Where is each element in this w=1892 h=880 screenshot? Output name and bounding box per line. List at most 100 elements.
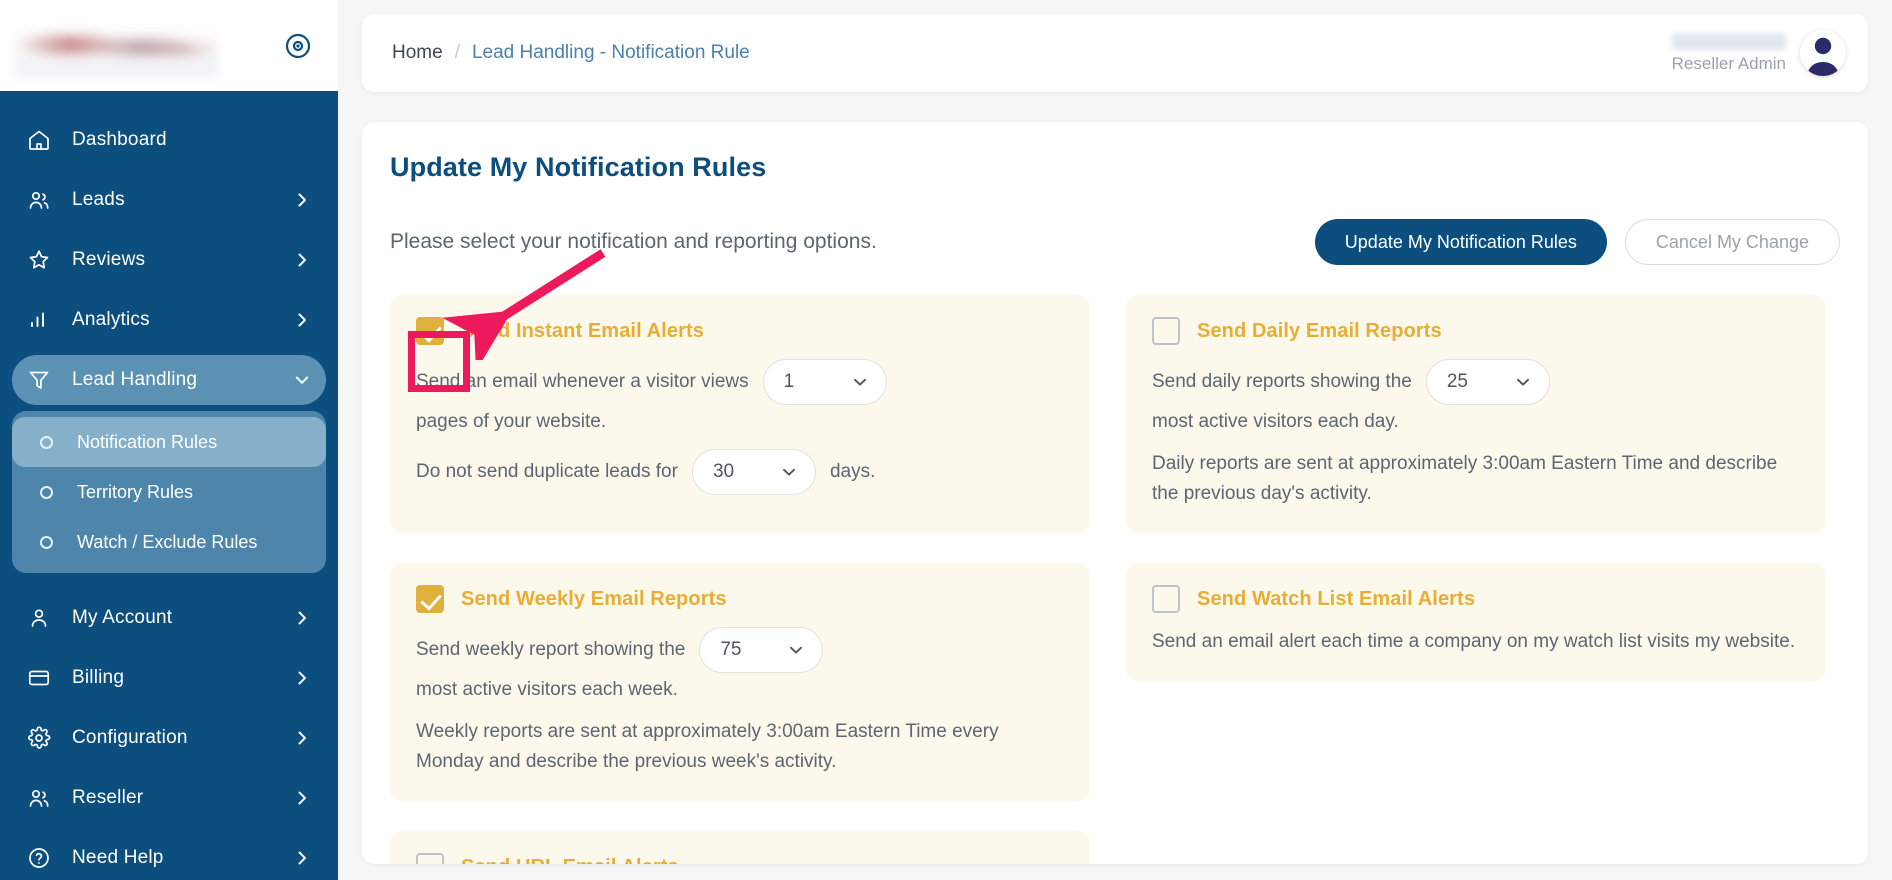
page-title: Update My Notification Rules (390, 152, 767, 182)
company-logo-blurred (14, 14, 219, 77)
instant-pages-row: Send an email whenever a visitor views 1 (416, 359, 1064, 405)
breadcrumb-current[interactable]: Lead Handling - Notification Rule (472, 42, 750, 64)
select-value: 30 (712, 461, 735, 482)
card-send-url-email-alerts: Send URL Email Alerts (390, 831, 1090, 864)
sidebar-item-billing[interactable]: Billing (12, 653, 326, 703)
select-value: 75 (720, 639, 742, 660)
sidebar-item-label: Configuration (72, 727, 188, 748)
instant-pages-select[interactable]: 1 (762, 359, 887, 405)
daily-line1-before: Send daily reports showing the (1152, 371, 1412, 392)
sidebar-subitem-label: Watch / Exclude Rules (77, 531, 258, 552)
user-name-blurred (1672, 32, 1786, 50)
breadcrumb-home[interactable]: Home (392, 42, 443, 64)
weekly-count-row: Send weekly report showing the 75 (416, 627, 1064, 673)
home-icon (26, 127, 52, 153)
card-title: Send Watch List Email Alerts (1197, 587, 1476, 610)
sidebar-item-territory-rules[interactable]: Territory Rules (12, 467, 326, 517)
sidebar-item-watch-exclude-rules[interactable]: Watch / Exclude Rules (12, 517, 326, 567)
card-header: Send URL Email Alerts (416, 853, 1064, 864)
weekly-line1-after: most active visitors each week. (416, 679, 678, 700)
bullet-circle-icon (40, 435, 53, 449)
main-content: Home / Lead Handling - Notification Rule… (338, 0, 1892, 880)
user-avatar-icon (1807, 37, 1839, 76)
weekly-visitor-count-select[interactable]: 75 (699, 627, 824, 673)
chevron-right-icon (294, 192, 310, 208)
sidebar-subitem-label: Territory Rules (77, 481, 194, 502)
sidebar-item-label: My Account (72, 607, 173, 628)
sidebar-subitem-label: Notification Rules (77, 431, 218, 452)
app-root: Dashboard Leads Reviews Analytics Lead H… (0, 0, 1892, 880)
card-body: Send daily reports showing the 25 most a… (1152, 359, 1800, 509)
instant-line1-after: pages of your website. (416, 411, 607, 432)
instant-duplicate-days-select[interactable]: 30 (691, 449, 816, 495)
sidebar-item-label: Billing (72, 667, 125, 688)
card-title: Send URL Email Alerts (461, 856, 679, 865)
chevron-right-icon (294, 730, 310, 746)
send-weekly-email-reports-checkbox[interactable] (416, 585, 444, 613)
target-circle-icon[interactable] (284, 32, 312, 60)
user-menu[interactable]: Reseller Admin (1672, 30, 1846, 76)
panel-subheader-row: Please select your notification and repo… (390, 219, 1840, 265)
sidebar-nav: Dashboard Leads Reviews Analytics Lead H… (0, 91, 338, 405)
daily-line1-after: most active visitors each day. (1152, 411, 1399, 432)
update-notification-rules-button[interactable]: Update My Notification Rules (1314, 219, 1607, 265)
card-header: Send Instant Email Alerts (416, 317, 1064, 345)
user-role-label: Reseller Admin (1671, 53, 1786, 73)
card-header: Send Daily Email Reports (1152, 317, 1800, 345)
notification-rules-panel: Update My Notification Rules Please sele… (362, 122, 1868, 864)
send-instant-email-alerts-checkbox[interactable] (416, 317, 444, 345)
instant-line2-after: days. (829, 461, 876, 482)
users-icon (26, 187, 52, 213)
chevron-down-icon (781, 464, 797, 480)
chevron-right-icon (294, 610, 310, 626)
daily-count-row: Send daily reports showing the 25 (1152, 359, 1800, 405)
weekly-note: Weekly reports are sent at approximately… (416, 721, 999, 772)
chevron-right-icon (294, 850, 310, 866)
chevron-down-icon (852, 374, 868, 390)
send-url-email-alerts-checkbox[interactable] (416, 853, 444, 864)
sidebar-item-label: Dashboard (72, 129, 167, 150)
send-watch-list-email-alerts-checkbox[interactable] (1152, 585, 1180, 613)
sidebar-item-leads[interactable]: Leads (12, 175, 326, 225)
card-header: Send Watch List Email Alerts (1152, 585, 1800, 613)
person-icon (26, 605, 52, 631)
instant-line2-before: Do not send duplicate leads for (416, 461, 678, 482)
sidebar-item-label: Need Help (72, 847, 164, 868)
sidebar-item-notification-rules[interactable]: Notification Rules (12, 417, 326, 467)
help-icon (26, 845, 52, 871)
sidebar-item-label: Leads (72, 189, 125, 210)
notification-cards-grid: Send Instant Email Alerts Send an email … (390, 295, 1840, 864)
card-icon (26, 665, 52, 691)
sidebar-item-need-help[interactable]: Need Help (12, 833, 326, 880)
panel-actions: Update My Notification Rules Cancel My C… (1314, 219, 1840, 265)
bullet-circle-icon (40, 535, 53, 549)
sidebar-item-reviews[interactable]: Reviews (12, 235, 326, 285)
chevron-right-icon (294, 312, 310, 328)
instant-line1-before: Send an email whenever a visitor views (416, 371, 749, 392)
sidebar-item-analytics[interactable]: Analytics (12, 295, 326, 345)
sidebar-item-lead-handling[interactable]: Lead Handling (12, 355, 326, 405)
card-body: Send an email whenever a visitor views 1… (416, 359, 1064, 495)
breadcrumb: Home / Lead Handling - Notification Rule (392, 42, 750, 64)
sidebar-item-configuration[interactable]: Configuration (12, 713, 326, 763)
card-title: Send Weekly Email Reports (461, 587, 727, 610)
cancel-my-change-button[interactable]: Cancel My Change (1624, 219, 1840, 265)
topbar: Home / Lead Handling - Notification Rule… (362, 14, 1868, 92)
sidebar-item-label: Reviews (72, 249, 146, 270)
sidebar-item-label: Reseller (72, 787, 144, 808)
star-icon (26, 247, 52, 273)
sidebar: Dashboard Leads Reviews Analytics Lead H… (0, 0, 338, 880)
watchlist-note: Send an email alert each time a company … (1152, 631, 1796, 652)
sidebar-item-dashboard[interactable]: Dashboard (12, 115, 326, 165)
daily-note: Daily reports are sent at approximately … (1152, 453, 1778, 504)
sidebar-item-my-account[interactable]: My Account (12, 593, 326, 643)
card-send-instant-email-alerts: Send Instant Email Alerts Send an email … (390, 295, 1090, 533)
sidebar-item-reseller[interactable]: Reseller (12, 773, 326, 823)
avatar[interactable] (1800, 30, 1846, 76)
sidebar-submenu-lead-handling: Notification Rules Territory Rules Watch… (12, 411, 326, 573)
card-body: Send an email alert each time a company … (1152, 627, 1800, 657)
card-send-weekly-email-reports: Send Weekly Email Reports Send weekly re… (390, 563, 1090, 801)
sidebar-nav-secondary: My Account Billing Configuration Reselle… (0, 587, 338, 880)
send-daily-email-reports-checkbox[interactable] (1152, 317, 1180, 345)
daily-visitor-count-select[interactable]: 25 (1425, 359, 1550, 405)
